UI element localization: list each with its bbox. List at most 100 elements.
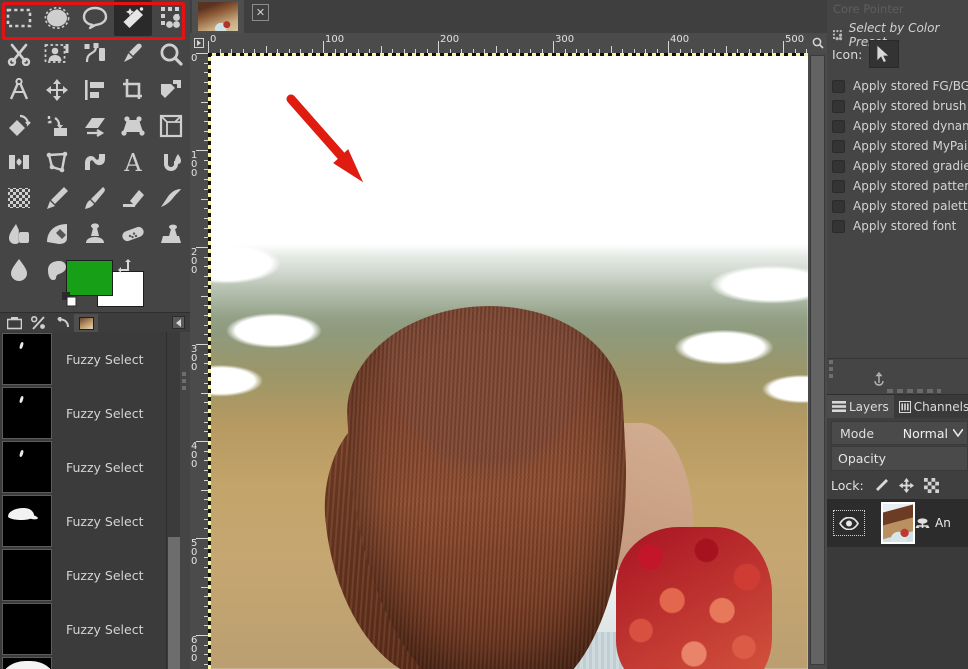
tool-rect-select[interactable]: [0, 0, 38, 36]
tool-scissors-select[interactable]: [0, 36, 38, 72]
list-item[interactable]: Fuzzy Select: [0, 494, 166, 548]
tool-crop[interactable]: [114, 72, 152, 108]
canvas-viewport[interactable]: [208, 53, 808, 669]
close-icon[interactable]: ✕: [252, 4, 269, 21]
layers-list-body[interactable]: [827, 547, 968, 669]
tool-flip[interactable]: [0, 144, 38, 180]
option-apply-stored-brush[interactable]: Apply stored brush: [832, 96, 967, 116]
tool-perspective[interactable]: [114, 108, 152, 144]
right-dock-drag-handle[interactable]: [829, 360, 833, 382]
tool-rotate[interactable]: [0, 108, 38, 144]
option-apply-stored-font[interactable]: Apply stored font: [832, 216, 956, 236]
tool-select-by-color[interactable]: [152, 0, 190, 36]
tool-clone[interactable]: [76, 216, 114, 252]
tab-images[interactable]: [2, 314, 26, 332]
tool-airbrush[interactable]: [152, 180, 190, 216]
option-apply-stored-gradient[interactable]: Apply stored gradient: [832, 156, 968, 176]
tool-ink[interactable]: [0, 216, 38, 252]
tool-cage-transform[interactable]: [38, 144, 76, 180]
swap-colors-icon[interactable]: [117, 258, 133, 274]
option-apply-stored-pattern[interactable]: Apply stored pattern: [832, 176, 968, 196]
checkbox[interactable]: [832, 199, 845, 213]
paintbrush-icon: [85, 187, 105, 209]
tab-undo-history[interactable]: [50, 314, 74, 332]
list-item[interactable]: Fuzzy Select: [0, 440, 166, 494]
layer-opacity-row[interactable]: Opacity: [831, 446, 968, 471]
tool-mypaint-brush[interactable]: [38, 216, 76, 252]
lock-position-icon[interactable]: [898, 477, 914, 493]
dock-drag-handle[interactable]: [182, 372, 186, 394]
layer-visibility-toggle[interactable]: [833, 510, 865, 536]
list-item[interactable]: Fuzzy Select: [0, 602, 166, 656]
vertical-ruler[interactable]: 0 100 200 300 400 500 600: [190, 53, 208, 669]
paths-icon: [84, 43, 105, 63]
default-colors-icon[interactable]: [62, 292, 78, 308]
lock-pixels-icon[interactable]: [874, 478, 889, 493]
history-scrollbar[interactable]: [166, 332, 180, 669]
measure-icon: [9, 78, 29, 100]
tool-text[interactable]: A: [114, 144, 152, 180]
option-apply-stored-palette[interactable]: Apply stored palette: [832, 196, 968, 216]
tool-gradient[interactable]: [0, 180, 38, 216]
dock-resize-grip[interactable]: [887, 389, 941, 393]
tool-measure[interactable]: [0, 72, 38, 108]
canvas-vertical-scrollbar-thumb[interactable]: [810, 55, 825, 665]
history-item-label: Fuzzy Select: [66, 567, 144, 583]
tool-zoom[interactable]: [152, 36, 190, 72]
tool-paintbrush[interactable]: [76, 180, 114, 216]
canvas-vertical-scrollbar[interactable]: [808, 33, 827, 669]
anchor-icon[interactable]: [872, 372, 886, 386]
history-scrollbar-thumb[interactable]: [168, 537, 180, 669]
tool-scale[interactable]: [38, 108, 76, 144]
option-apply-stored-mypaint-brush[interactable]: Apply stored MyPaint bru: [832, 136, 968, 156]
tool-heal[interactable]: [114, 216, 152, 252]
option-apply-stored-fg-bg[interactable]: Apply stored FG/BG: [832, 76, 968, 96]
ruler-label: 500: [191, 538, 198, 567]
tool-unified-transform[interactable]: [152, 72, 190, 108]
option-apply-stored-dynamics[interactable]: Apply stored dynamics: [832, 116, 968, 136]
zoom-follow-icon[interactable]: [809, 34, 826, 52]
checkbox[interactable]: [832, 139, 845, 153]
checkbox[interactable]: [832, 79, 845, 93]
tool-pencil[interactable]: [38, 180, 76, 216]
tool-foreground-select[interactable]: [38, 36, 76, 72]
tool-3d-transform[interactable]: [152, 108, 190, 144]
canvas[interactable]: [208, 53, 808, 669]
layer-mode-row[interactable]: Mode Normal: [831, 421, 968, 445]
layer-list-item[interactable]: An: [827, 499, 968, 547]
tool-eraser[interactable]: [114, 180, 152, 216]
tab-image-thumbnail[interactable]: [74, 314, 98, 332]
checkbox[interactable]: [832, 179, 845, 193]
foreground-color-swatch[interactable]: [66, 260, 113, 296]
tab-tool-options[interactable]: [26, 314, 50, 332]
undo-history-list[interactable]: Fuzzy Select Fuzzy Select Fuzzy Select F…: [0, 332, 166, 669]
tool-alignment[interactable]: [76, 72, 114, 108]
checkbox[interactable]: [832, 219, 845, 233]
tool-paths[interactable]: [76, 36, 114, 72]
panel-menu-icon[interactable]: [172, 316, 185, 329]
tool-move[interactable]: [38, 72, 76, 108]
tool-ellipse-select[interactable]: [38, 0, 76, 36]
checkbox[interactable]: [832, 99, 845, 113]
tab-layers[interactable]: Layers: [827, 395, 894, 418]
list-item[interactable]: Fuzzy Select: [0, 332, 166, 386]
image-tab[interactable]: [192, 0, 244, 33]
list-item[interactable]: Fuzzy Select: [0, 548, 166, 602]
list-item[interactable]: [0, 656, 166, 669]
tool-shear[interactable]: [76, 108, 114, 144]
checkbox[interactable]: [832, 159, 845, 173]
list-item[interactable]: Fuzzy Select: [0, 386, 166, 440]
lock-alpha-icon[interactable]: [923, 477, 939, 493]
tool-warp-transform[interactable]: [76, 144, 114, 180]
tool-color-picker[interactable]: [114, 36, 152, 72]
tool-perspective-clone[interactable]: [152, 216, 190, 252]
tab-channels[interactable]: Channels: [894, 395, 968, 418]
tool-fuzzy-select[interactable]: [114, 0, 152, 36]
checkbox[interactable]: [832, 119, 845, 133]
chevron-down-icon[interactable]: [953, 429, 963, 437]
ruler-corner-button[interactable]: [190, 33, 208, 53]
icon-preview-button[interactable]: [869, 40, 900, 68]
tool-bucket-fill[interactable]: [152, 144, 190, 180]
horizontal-ruler[interactable]: 0 100 200 300 400 500: [208, 33, 808, 53]
tool-free-select[interactable]: [76, 0, 114, 36]
